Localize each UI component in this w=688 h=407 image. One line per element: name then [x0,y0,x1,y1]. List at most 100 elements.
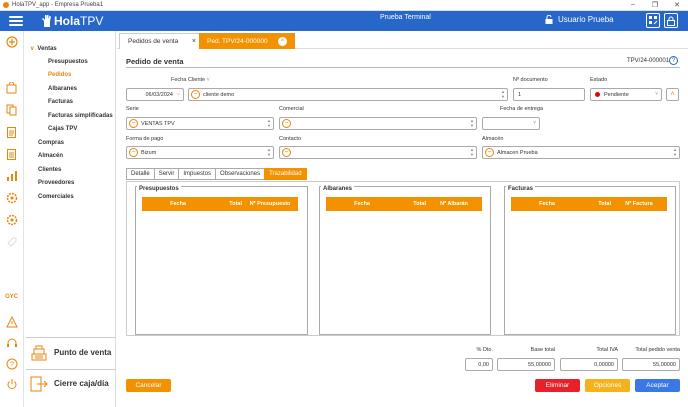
sidebar-item-facturas[interactable]: Facturas [48,99,73,105]
copy-docs-icon[interactable] [5,103,18,116]
spinner-arrows-icon: ▲ ▼ [501,89,505,99]
sidebar-item-cajas-tpv[interactable]: Cajas TPV [48,126,77,132]
close-window-button[interactable]: ✕ [666,1,688,9]
dto-field[interactable]: 0,00 [465,358,493,371]
contacto-field[interactable]: − ▲ ▼ [279,146,477,159]
accept-button[interactable]: Aceptar [635,379,680,392]
app-logo: Hola TPV [40,14,103,28]
minus-circle-icon[interactable]: − [129,148,138,157]
ndoc-field[interactable]: 1 [513,88,585,101]
minus-circle-icon[interactable]: − [485,148,494,157]
window-title: HolaTPV_app - Empresa Prueba1 [12,2,104,8]
close-tab-icon[interactable]: × [192,38,196,45]
col-numero[interactable]: Nº Presupuesto [242,201,298,207]
sidebar-section-clientes[interactable]: Clientes [38,167,61,173]
subtab-servir[interactable]: Servir [153,168,180,180]
add-circle-icon[interactable] [5,35,18,48]
svg-text:?: ? [10,361,14,368]
cliente-value: cliente demo [203,91,235,98]
minus-circle-icon[interactable]: − [191,90,200,99]
shopping-bag-icon[interactable] [5,81,18,94]
almacen-value: Almacen Prueba [497,149,538,156]
sidebar-section-compras[interactable]: Compras [38,140,64,146]
collapse-chevron-button[interactable]: ˄ [666,88,679,101]
gear-icon[interactable] [5,213,18,226]
spinner-arrows-icon: ▲ ▼ [470,118,474,128]
trazabilidad-panel: Presupuestos Fecha Total Nº Presupuesto … [126,181,680,336]
delete-button[interactable]: Eliminar [535,379,580,392]
col-total[interactable]: Total [186,201,242,207]
minus-circle-icon[interactable]: − [282,148,291,157]
tag-icon[interactable] [5,235,18,248]
forma-pago-field[interactable]: − Bizum ▲ ▼ [126,146,274,159]
almacen-field[interactable]: − Almacen Prueba ▲ ▼ [482,146,680,159]
user-menu[interactable]: Usuario Prueba [545,15,614,24]
close-tab-icon[interactable]: × [278,36,287,46]
clipboard-icon[interactable] [5,125,18,138]
col-total[interactable]: Total [370,201,426,207]
iva-label: Total IVA [596,347,618,353]
help-icon[interactable]: ? [669,56,678,65]
menu-icon[interactable] [9,16,23,26]
fecha-field[interactable]: 06/03/2024 ⌵ [126,88,184,101]
keypad-icon[interactable] [646,13,660,28]
sidebar-item-pedidos[interactable]: Pedidos [48,72,71,78]
col-fecha[interactable]: Fecha [326,201,370,207]
forma-pago-label: Forma de pago [126,136,164,142]
document-tabs: Pedidos de venta × Ped. TPV/24-000000 × [117,31,688,49]
pedido-total-field: 55,00000 [622,358,680,371]
minimize-button[interactable]: – [622,1,644,9]
warning-icon[interactable] [5,315,18,328]
fecha-entrega-field[interactable]: ˅ [482,117,540,130]
bar-chart-icon[interactable] [5,169,18,182]
headset-icon[interactable] [5,336,18,349]
cancel-button[interactable]: Cancelar [126,379,171,392]
maximize-button[interactable]: ❐ [644,1,666,9]
serie-field[interactable]: − VENTAS TPV ▲ ▼ [126,117,274,130]
estado-value: Pendiente [604,91,629,98]
comercial-field[interactable]: − ▲ ▼ [279,117,477,130]
subtab-observaciones[interactable]: Observaciones [215,168,266,180]
window-titlebar: HolaTPV_app - Empresa Prueba1 – ❐ ✕ [0,0,688,11]
subtab-impuestos[interactable]: Impuestos [178,168,217,180]
spinner-arrows-icon: ▲ ▼ [673,147,677,157]
icon-rail: GYC ? [0,31,24,407]
serie-value: VENTAS TPV [141,120,175,127]
detail-subtabs: Detalle Servir Impuestos Observaciones T… [126,168,307,180]
sidebar-section-proveedores[interactable]: Proveedores [38,180,74,186]
minus-circle-icon[interactable]: − [129,119,138,128]
sidebar-item-albaranes[interactable]: Albaranes [48,86,77,92]
help-circle-icon[interactable]: ? [5,357,18,370]
options-button[interactable]: Opciones [585,379,630,392]
group-title: Albaranes [321,186,355,192]
lock-icon[interactable] [664,13,678,28]
settings-gear-icon[interactable] [5,191,18,204]
sidebar-section-ventas[interactable]: ∨ Ventas [30,45,57,52]
clipboard-list-icon[interactable] [5,147,18,160]
sidebar-section-comerciales[interactable]: Comerciales [38,194,74,200]
cliente-label-text: Cliente [188,77,206,83]
main-content: Pedidos de venta × Ped. TPV/24-000000 × Pe… [117,31,688,407]
cliente-field[interactable]: − cliente demo ▲ ▼ [188,88,508,101]
col-fecha[interactable]: Fecha [511,201,555,207]
tab-pedidos-venta[interactable]: Pedidos de venta × [119,33,205,49]
sidebar-section-almacen[interactable]: Almacén [38,153,63,159]
col-numero[interactable]: Nº Factura [611,201,667,207]
cliente-label: Cliente ˅ [188,77,210,83]
punto-venta-button[interactable]: Punto de venta [26,337,116,367]
power-icon[interactable] [5,377,18,390]
col-total[interactable]: Total [555,201,611,207]
sidebar-item-presupuestos[interactable]: Presupuestos [48,59,88,65]
tab-pedido-actual[interactable]: Ped. TPV/24-000000 × [199,33,295,49]
estado-select[interactable]: Pendiente ˅ [590,88,662,101]
chevron-down-icon: ∨ [30,46,35,52]
subtab-detalle[interactable]: Detalle [126,168,155,180]
minus-circle-icon[interactable]: − [282,119,291,128]
subtab-trazabilidad[interactable]: Trazabilidad [264,168,307,180]
pedido-total-label: Total pedido venta [635,347,680,353]
col-fecha[interactable]: Fecha [142,201,186,207]
cierre-caja-button[interactable]: Cierre caja/día [26,369,116,397]
albaranes-group: Albaranes Fecha Total Nº Albarán [319,186,491,335]
col-numero[interactable]: Nº Albarán [426,201,482,207]
sidebar-item-facturas-simplificadas[interactable]: Facturas simplificadas [48,113,113,119]
